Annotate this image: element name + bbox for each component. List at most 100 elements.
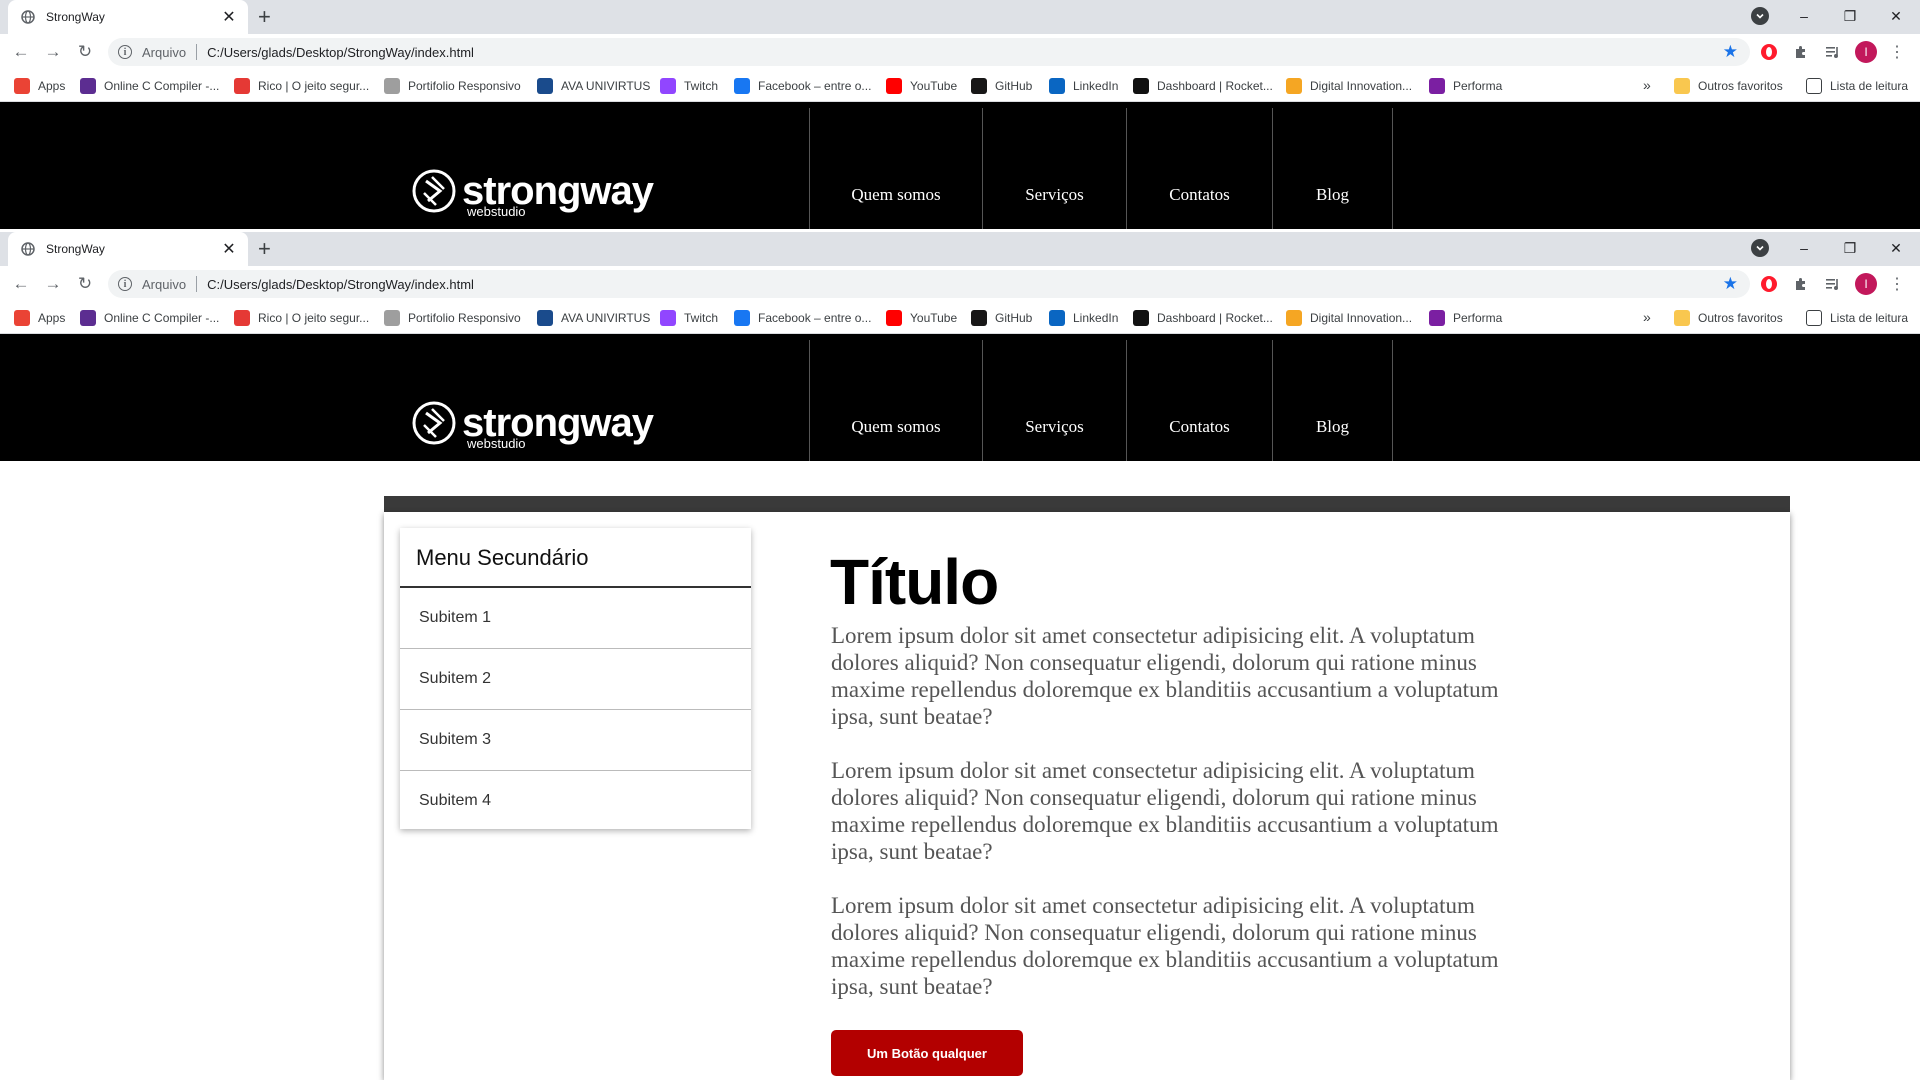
bookmark-reading-list[interactable]: Lista de leitura <box>1806 310 1908 326</box>
protocol-label: Arquivo <box>142 44 187 60</box>
nav-contatos[interactable]: Contatos <box>1126 108 1272 229</box>
window-close-button[interactable]: ✕ <box>1881 4 1911 28</box>
bookmark-reading-list[interactable]: Lista de leitura <box>1806 78 1908 94</box>
strongway-logo[interactable]: strongway webstudio <box>410 399 654 450</box>
bookmark-item[interactable]: Dashboard | Rocket... <box>1133 78 1273 94</box>
address-bar[interactable]: i Arquivo C:/Users/glads/Desktop/StrongW… <box>108 270 1750 298</box>
nav-blog[interactable]: Blog <box>1272 340 1392 461</box>
bookmark-item[interactable]: GitHub <box>971 78 1032 94</box>
address-bar[interactable]: i Arquivo C:/Users/glads/Desktop/StrongW… <box>108 38 1750 66</box>
bookmark-item[interactable]: Facebook – entre o... <box>734 78 871 94</box>
site-header: strongway webstudio Quem somos Serviços … <box>0 334 1920 461</box>
menu-kebab-icon[interactable]: ⋮ <box>1887 42 1907 62</box>
cta-button[interactable]: Um Botão qualquer <box>831 1030 1023 1076</box>
forward-icon[interactable]: → <box>42 274 64 294</box>
performa-icon <box>1429 310 1445 326</box>
opera-extension-icon[interactable] <box>1761 276 1777 292</box>
profile-avatar[interactable]: I <box>1855 273 1877 295</box>
browser-toolbar: ← → ↻ i Arquivo C:/Users/glads/Desktop/S… <box>0 266 1920 302</box>
rocketseat-icon <box>1133 78 1149 94</box>
close-icon[interactable]: ✕ <box>220 7 238 27</box>
back-icon[interactable]: ← <box>10 274 32 294</box>
bookmark-item[interactable]: Twitch <box>660 310 718 326</box>
nav-quem-somos[interactable]: Quem somos <box>809 340 982 461</box>
new-tab-button[interactable]: + <box>258 5 271 29</box>
github-icon <box>971 310 987 326</box>
bookmark-label: GitHub <box>995 311 1033 325</box>
bookmark-item[interactable]: LinkedIn <box>1049 78 1118 94</box>
bookmark-item[interactable]: Rico | O jeito segur... <box>234 78 369 94</box>
media-queue-icon[interactable] <box>1823 42 1843 62</box>
profile-avatar[interactable]: I <box>1855 41 1877 63</box>
minimize-button[interactable]: – <box>1789 236 1819 260</box>
secondary-menu-item-2[interactable]: Subitem 2 <box>400 649 751 710</box>
url-text[interactable]: C:/Users/glads/Desktop/StrongWay/index.h… <box>207 45 474 60</box>
extensions-puzzle-icon[interactable] <box>1791 274 1811 294</box>
bookmark-item[interactable]: Apps <box>14 78 65 94</box>
bookmark-item[interactable]: Performa <box>1429 78 1502 94</box>
bookmark-item[interactable]: LinkedIn <box>1049 310 1118 326</box>
bookmark-item[interactable]: Online C Compiler -... <box>80 78 219 94</box>
new-tab-button[interactable]: + <box>258 237 271 261</box>
nav-servicos[interactable]: Serviços <box>982 340 1126 461</box>
bookmark-item[interactable]: AVA UNIVIRTUS <box>537 78 650 94</box>
bookmark-star-icon[interactable]: ★ <box>1723 274 1738 294</box>
extensions-puzzle-icon[interactable] <box>1791 42 1811 62</box>
nav-quem-somos[interactable]: Quem somos <box>809 108 982 229</box>
bookmark-item[interactable]: Online C Compiler -... <box>80 310 219 326</box>
bookmark-label: Facebook – entre o... <box>758 311 872 325</box>
browser-tab[interactable]: StrongWay ✕ <box>8 0 248 34</box>
bookmark-item[interactable]: YouTube <box>886 310 957 326</box>
bookmarks-bar: Apps Online C Compiler -... Rico | O jeito… <box>0 302 1920 334</box>
bookmark-item[interactable]: Performa <box>1429 310 1502 326</box>
bookmark-item[interactable]: Digital Innovation... <box>1286 310 1412 326</box>
url-text[interactable]: C:/Users/glads/Desktop/StrongWay/index.h… <box>207 277 474 292</box>
reading-list-icon <box>1806 78 1822 94</box>
bookmark-item[interactable]: Rico | O jeito segur... <box>234 310 369 326</box>
menu-kebab-icon[interactable]: ⋮ <box>1887 274 1907 294</box>
bookmark-label: LinkedIn <box>1073 79 1119 93</box>
bookmark-other-favorites[interactable]: Outros favoritos <box>1674 310 1783 326</box>
reload-icon[interactable]: ↻ <box>74 274 96 294</box>
strongway-logo[interactable]: strongway webstudio <box>410 167 654 218</box>
info-icon[interactable]: i <box>118 45 132 59</box>
reload-icon[interactable]: ↻ <box>74 42 96 62</box>
secondary-menu-item-1[interactable]: Subitem 1 <box>400 588 751 649</box>
secondary-menu-item-3[interactable]: Subitem 3 <box>400 710 751 771</box>
media-queue-icon[interactable] <box>1823 274 1843 294</box>
bookmark-label: YouTube <box>910 311 958 325</box>
bookmark-other-favorites[interactable]: Outros favoritos <box>1674 78 1783 94</box>
restore-button[interactable]: ❐ <box>1835 4 1865 28</box>
tab-search-icon[interactable] <box>1751 239 1769 257</box>
nav-contatos[interactable]: Contatos <box>1126 340 1272 461</box>
more-bookmarks-button[interactable]: » <box>1643 309 1651 325</box>
bookmark-item[interactable]: Facebook – entre o... <box>734 310 871 326</box>
bookmark-item[interactable]: AVA UNIVIRTUS <box>537 310 650 326</box>
bookmark-item[interactable]: GitHub <box>971 310 1032 326</box>
close-icon[interactable]: ✕ <box>220 239 238 259</box>
opera-extension-icon[interactable] <box>1761 44 1777 60</box>
back-icon[interactable]: ← <box>10 42 32 62</box>
bookmark-item[interactable]: Portifolio Responsivo <box>384 310 521 326</box>
rocketseat-icon <box>1133 310 1149 326</box>
bookmark-label: Rico | O jeito segur... <box>258 79 370 93</box>
bookmark-item[interactable]: Dashboard | Rocket... <box>1133 310 1273 326</box>
paragraph-1: Lorem ipsum dolor sit amet consectetur a… <box>831 623 1499 729</box>
bookmark-item[interactable]: Digital Innovation... <box>1286 78 1412 94</box>
nav-servicos[interactable]: Serviços <box>982 108 1126 229</box>
window-close-button[interactable]: ✕ <box>1881 236 1911 260</box>
bookmark-item[interactable]: Portifolio Responsivo <box>384 78 521 94</box>
nav-blog[interactable]: Blog <box>1272 108 1392 229</box>
bookmark-item[interactable]: Apps <box>14 310 65 326</box>
bookmark-item[interactable]: YouTube <box>886 78 957 94</box>
secondary-menu-item-4[interactable]: Subitem 4 <box>400 771 751 829</box>
forward-icon[interactable]: → <box>42 42 64 62</box>
browser-tab[interactable]: StrongWay ✕ <box>8 232 248 266</box>
restore-button[interactable]: ❐ <box>1835 236 1865 260</box>
info-icon[interactable]: i <box>118 277 132 291</box>
bookmark-star-icon[interactable]: ★ <box>1723 42 1738 62</box>
minimize-button[interactable]: – <box>1789 4 1819 28</box>
bookmark-item[interactable]: Twitch <box>660 78 718 94</box>
tab-search-icon[interactable] <box>1751 7 1769 25</box>
more-bookmarks-button[interactable]: » <box>1643 77 1651 93</box>
